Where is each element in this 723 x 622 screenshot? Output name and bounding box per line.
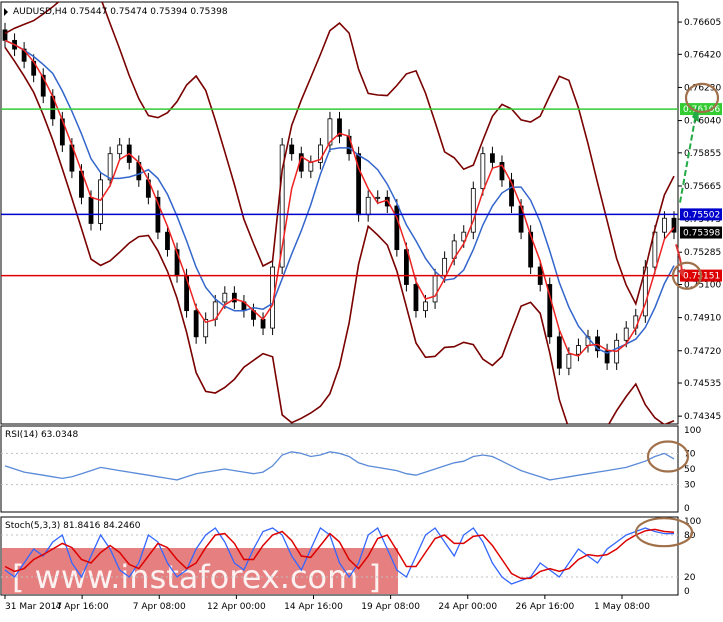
candle-body [260, 318, 266, 329]
y-tick-label: 0.74910 [684, 314, 721, 324]
candle-body [107, 153, 113, 181]
bollinger-upper-line [4, 2, 675, 307]
candle-body [432, 275, 438, 303]
candle-body [556, 336, 562, 369]
x-tick-label: 12 Apr 00:00 [207, 602, 266, 612]
rsi-tick-label: 0 [684, 504, 690, 514]
y-tick-label: 0.75665 [684, 182, 721, 192]
candle-body [98, 179, 103, 224]
y-tick-label: 0.74720 [684, 347, 721, 357]
candle-body [165, 231, 170, 251]
chart-area: [ www.instaforex.com ] 0.76605 0.76420 0.76… [0, 0, 723, 618]
y-tick-label: 0.76605 [684, 18, 721, 28]
rsi-line [4, 451, 675, 481]
stoch-header: Stoch(5,3,3) 81.8416 84.2460 [5, 521, 141, 531]
stoch-tick-label: 0 [684, 587, 690, 597]
candle-body [365, 196, 371, 216]
candle-body [289, 144, 295, 155]
rsi-panel-frame [0, 425, 679, 513]
price-chart: [ www.instaforex.com ]0.766050.764200.76… [0, 1, 722, 612]
bollinger-lower-line [4, 46, 675, 424]
rsi-tick-label: 50 [684, 465, 696, 475]
candle-body [490, 153, 495, 163]
stoch-tick-label: 100 [684, 517, 701, 527]
ma-fast-line [4, 39, 675, 357]
y-tick-label: 0.76420 [684, 50, 721, 60]
arrow-down-shaft [675, 244, 683, 275]
candle-body [566, 353, 572, 369]
level-label: 0.75502 [683, 210, 720, 220]
candle-body [193, 310, 199, 338]
candle-body [623, 327, 629, 341]
candle-body [222, 292, 228, 303]
y-tick-label: 0.75285 [684, 248, 721, 258]
y-tick-label: 0.74345 [684, 412, 721, 422]
candle-body [442, 257, 448, 277]
current-price-label: 0.75398 [683, 229, 720, 239]
candle-body [576, 345, 581, 355]
x-tick-label: 7 Apr 08:00 [133, 602, 186, 612]
candle-body [2, 29, 8, 41]
x-tick-label: 26 Apr 16:00 [516, 602, 575, 612]
candle-body [403, 249, 409, 285]
candle-body [375, 196, 381, 199]
candle-body [88, 196, 94, 224]
x-tick-label: 19 Apr 08:00 [361, 602, 420, 612]
x-tick-label: 31 Mar 2017 [5, 602, 62, 612]
candle-body [308, 162, 314, 172]
x-tick-label: 4 Apr 16:00 [56, 602, 109, 612]
candle-body [394, 205, 400, 251]
rsi-tick-label: 30 [684, 481, 696, 491]
candle-body [662, 217, 667, 233]
y-tick-label: 0.76040 [684, 117, 721, 127]
main-header: AUDUSD,H4 0.75447 0.75474 0.75394 0.7539… [13, 7, 228, 17]
x-tick-label: 1 May 08:00 [594, 602, 650, 612]
candle-body [423, 301, 428, 312]
x-tick-label: 14 Apr 16:00 [284, 602, 343, 612]
candle-body [117, 144, 123, 155]
y-tick-label: 0.74535 [684, 379, 721, 389]
ma-slow-line [4, 39, 675, 354]
candle-body [480, 153, 486, 189]
rsi-tick-label: 100 [684, 426, 701, 436]
x-tick-label: 24 Apr 00:00 [438, 602, 497, 612]
candle-body [413, 284, 419, 312]
main-series-group [2, 2, 677, 424]
stoch-tick-label: 20 [684, 573, 696, 583]
rsi-header: RSI(14) 63.0348 [5, 430, 78, 440]
collapse-icon [4, 8, 8, 16]
